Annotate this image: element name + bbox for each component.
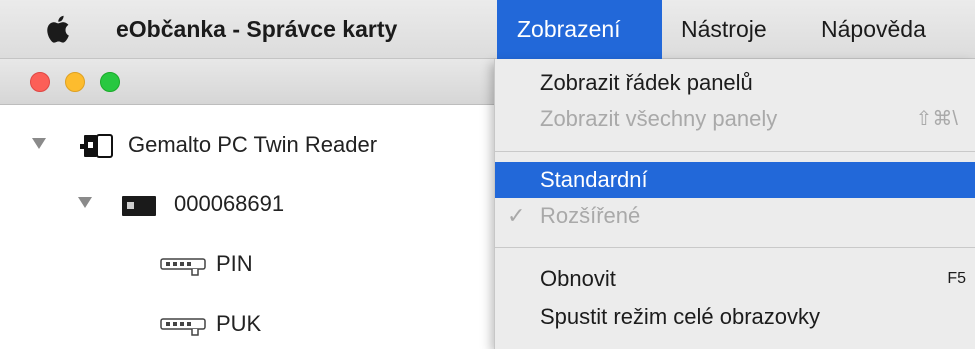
- menu-item-label: Zobrazit řádek panelů: [540, 70, 753, 95]
- menu-bar: eObčanka - Správce karty Zobrazení Nástr…: [0, 0, 975, 59]
- close-window-button[interactable]: [30, 72, 50, 92]
- menu-item-label: Zobrazit všechny panely: [540, 106, 778, 131]
- tree-item-label: 000068691: [174, 191, 285, 216]
- zobrazeni-dropdown-menu: Zobrazit řádek panelů Zobrazit všechny p…: [494, 59, 975, 349]
- menu-separator: [495, 151, 975, 152]
- menu-item-zobrazit-vsechny-panely: Zobrazit všechny panely ⇧⌘\: [495, 101, 975, 137]
- app-name-menu[interactable]: eObčanka - Správce karty: [116, 16, 397, 43]
- menu-item-shortcut: ⇧⌘\: [915, 108, 958, 130]
- tree-item-label: PIN: [216, 251, 253, 276]
- menu-napoveda[interactable]: Nápověda: [821, 0, 926, 59]
- menu-zobrazeni-label: Zobrazení: [517, 16, 621, 42]
- menu-item-label: Standardní: [540, 167, 648, 192]
- menu-item-label: Rozšířené: [540, 203, 641, 228]
- menu-item-rozsirene: ✓ Rozšířené: [495, 198, 975, 234]
- menu-nastroje-label: Nástroje: [681, 16, 767, 42]
- card-reader-icon: [80, 134, 113, 158]
- menu-item-label: Spustit režim celé obrazovky: [540, 304, 820, 329]
- menu-nastroje[interactable]: Nástroje: [681, 0, 767, 59]
- tree-item-pin[interactable]: PIN: [0, 247, 490, 283]
- apple-icon[interactable]: [44, 14, 70, 44]
- minimize-window-button[interactable]: [65, 72, 85, 92]
- menu-napoveda-label: Nápověda: [821, 16, 926, 42]
- tree-item-reader[interactable]: Gemalto PC Twin Reader: [0, 128, 490, 164]
- menu-zobrazeni[interactable]: Zobrazení: [497, 0, 662, 59]
- menu-separator: [495, 247, 975, 248]
- menu-item-standardni[interactable]: Standardní: [495, 162, 975, 198]
- window-titlebar: [0, 59, 500, 105]
- tree-item-label: Gemalto PC Twin Reader: [128, 132, 378, 157]
- tree-item-puk[interactable]: PUK: [0, 307, 490, 343]
- menu-item-shortcut: F5: [947, 270, 966, 287]
- app-window: Gemalto PC Twin Reader 000068691 PIN PUK: [0, 59, 500, 349]
- smart-card-icon: [122, 196, 156, 216]
- disclosure-triangle-icon[interactable]: [78, 197, 92, 208]
- menu-item-label: Obnovit: [540, 266, 616, 291]
- maximize-window-button[interactable]: [100, 72, 120, 92]
- tree-item-label: PUK: [216, 311, 262, 336]
- key-icon: [160, 318, 206, 336]
- menu-item-obnovit[interactable]: Obnovit F5: [495, 261, 975, 297]
- key-icon: [160, 258, 206, 276]
- checkmark-icon: ✓: [507, 203, 526, 228]
- menu-item-zobrazit-radek-panelu[interactable]: Zobrazit řádek panelů: [495, 65, 975, 101]
- disclosure-triangle-icon[interactable]: [32, 138, 46, 149]
- menu-item-spustit-rezim-cele-obrazovky[interactable]: Spustit režim celé obrazovky: [495, 299, 975, 335]
- tree-item-card[interactable]: 000068691: [0, 187, 490, 223]
